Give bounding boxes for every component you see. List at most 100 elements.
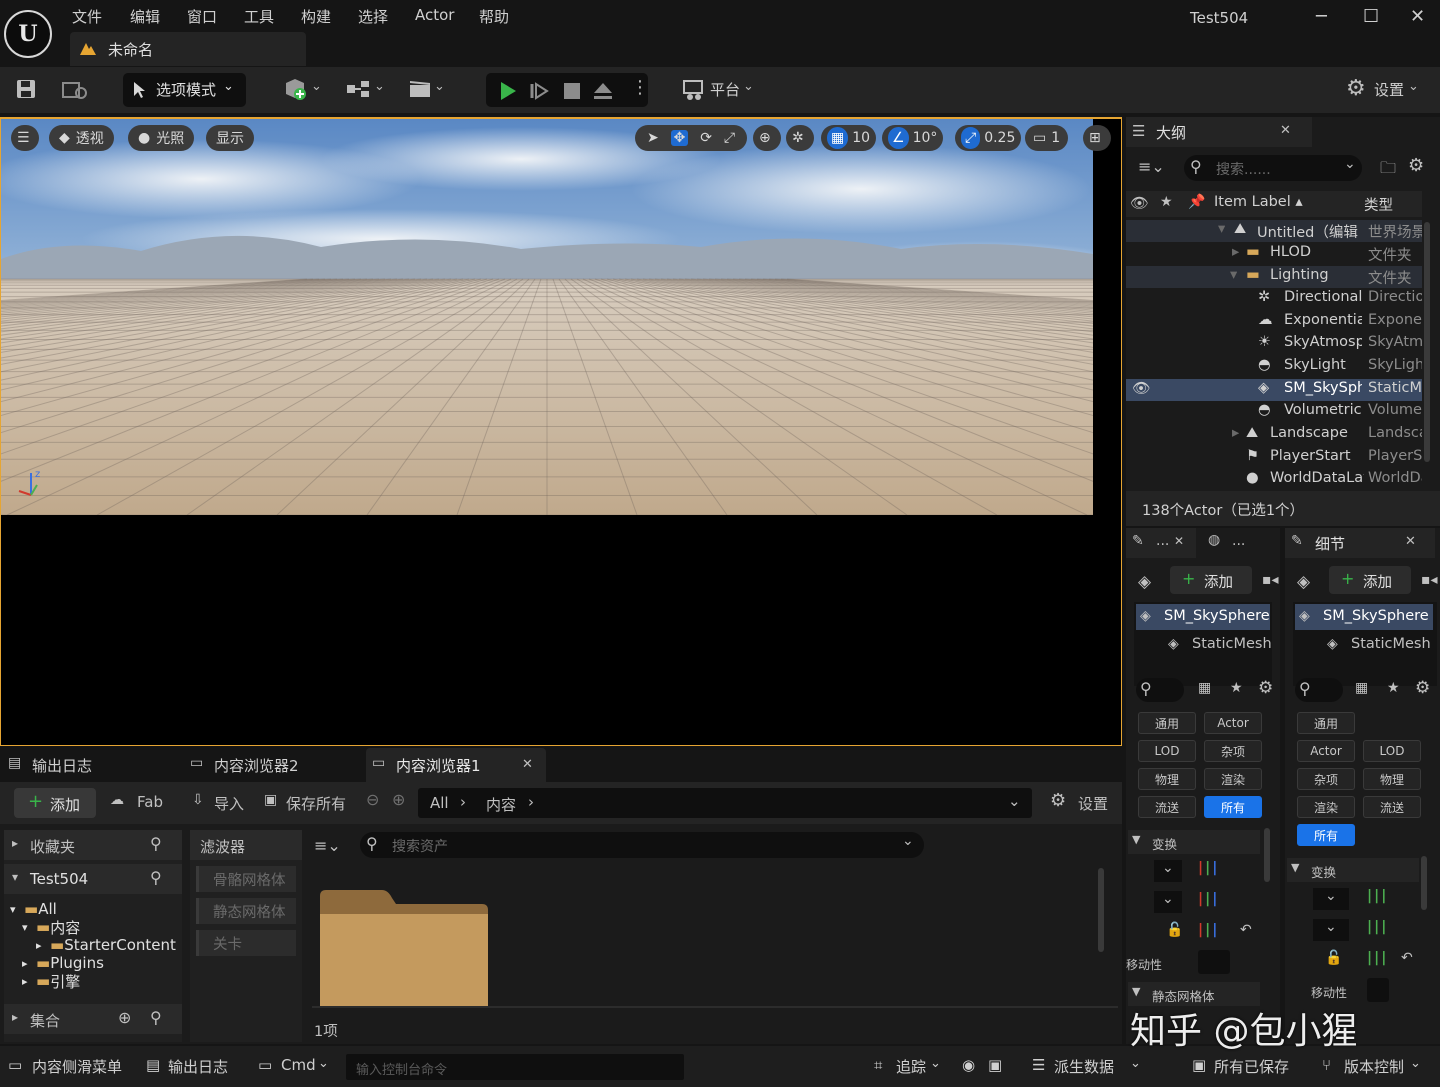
add-collection-icon[interactable]: ⊕: [118, 1008, 131, 1027]
lighting-button[interactable]: ● 光照: [128, 125, 195, 151]
outliner-row-world-data-layers[interactable]: ●WorldDataLayersWorldDataLayers: [1126, 469, 1422, 491]
menu-file[interactable]: 文件: [72, 6, 102, 27]
filter-chip-lod[interactable]: LOD: [1363, 740, 1421, 762]
favorites-header[interactable]: ▸ 收藏夹 ⚲: [4, 830, 182, 860]
outliner-row-landscape[interactable]: ▸⛰LandscapeLandscape: [1126, 424, 1422, 446]
chevron-down-icon[interactable]: ⌄: [318, 1056, 329, 1071]
details-tab-2[interactable]: ◍ ...: [1202, 528, 1278, 558]
item-label-column[interactable]: Item Label ▴: [1214, 194, 1303, 210]
collections-header[interactable]: ▸ 集合 ⊕ ⚲: [4, 1004, 182, 1034]
filter-chip-actor[interactable]: Actor: [1297, 740, 1355, 762]
platform-icon[interactable]: [682, 79, 706, 101]
menu-help[interactable]: 帮助: [479, 6, 509, 27]
lock-icon[interactable]: 🔓: [1325, 950, 1342, 966]
content-drawer-button[interactable]: 内容侧滑菜单: [32, 1056, 122, 1077]
rotation-dropdown[interactable]: ⌄: [1313, 919, 1349, 941]
show-button[interactable]: 显示: [206, 125, 254, 151]
transform-section-header[interactable]: ▼ 变换: [1287, 858, 1419, 882]
location-dropdown[interactable]: ⌄: [1154, 860, 1182, 882]
search-icon[interactable]: ⚲: [150, 868, 162, 887]
select-tool-icon[interactable]: ➤: [647, 130, 659, 146]
search-icon[interactable]: ⚲: [150, 834, 162, 853]
chevron-down-icon[interactable]: ⌄: [1408, 79, 1419, 94]
component-root[interactable]: ◈ SM_SkySphere: [1295, 604, 1433, 630]
menu-actor[interactable]: Actor: [415, 6, 454, 24]
filter-chip-streaming[interactable]: 流送: [1138, 796, 1196, 818]
star-icon[interactable]: ★: [1160, 194, 1173, 210]
filter-chip-misc[interactable]: 杂项: [1204, 740, 1262, 762]
pin-icon[interactable]: 📌: [1188, 194, 1205, 210]
add-component-button[interactable]: + 添加: [1170, 566, 1252, 594]
outliner-row-player-start[interactable]: ⚑PlayerStartPlayerStart: [1126, 447, 1422, 469]
import-button[interactable]: 导入: [214, 793, 244, 814]
visibility-icon[interactable]: 👁: [1130, 194, 1149, 212]
outliner-row-directional-light[interactable]: ✲DirectionalLightDirectionalLight: [1126, 288, 1422, 310]
gear-icon[interactable]: ⚙: [1346, 76, 1366, 101]
filter-chip-streaming[interactable]: 流送: [1363, 796, 1421, 818]
mobility-toggle[interactable]: [1367, 978, 1389, 1002]
outliner-row-fog[interactable]: ☁ExponentialHeightFogExponentialHeightFo…: [1126, 311, 1422, 333]
chevron-down-icon[interactable]: ⌄: [1008, 792, 1021, 810]
close-icon[interactable]: ✕: [1174, 534, 1184, 548]
cmd-dropdown[interactable]: Cmd: [281, 1056, 316, 1074]
asset-search[interactable]: ⚲ 搜索资产 ⌄: [360, 832, 924, 858]
chevron-down-icon[interactable]: ⌄: [1130, 1056, 1141, 1071]
camera-speed-button[interactable]: ▭ 1: [1025, 125, 1069, 151]
add-component-button[interactable]: + 添加: [1329, 566, 1411, 594]
outliner-row-sm-skysphere[interactable]: 👁◈SM_SkySphereStaticMeshActor: [1126, 379, 1422, 401]
all-saved-button[interactable]: 所有已保存: [1214, 1056, 1289, 1077]
menu-tools[interactable]: 工具: [244, 6, 274, 27]
filter-chip-actor[interactable]: Actor: [1204, 712, 1262, 734]
outliner-row-hlod[interactable]: ▸ ▬ HLOD 文件夹: [1126, 243, 1422, 265]
path-bar[interactable]: All › 内容 › ⌄: [418, 788, 1032, 818]
tree-plugins[interactable]: ▸ ▬ Plugins: [10, 954, 176, 972]
viewport-menu-button[interactable]: ☰: [11, 125, 39, 151]
chevron-down-icon[interactable]: ⌄: [743, 79, 754, 94]
outliner-scrollbar[interactable]: [1424, 222, 1430, 462]
filter-chip-physics[interactable]: 物理: [1363, 768, 1421, 790]
path-content[interactable]: 内容: [486, 794, 516, 815]
tree-engine[interactable]: ▸ ▬ 引擎: [10, 972, 176, 991]
output-log-button[interactable]: 输出日志: [168, 1056, 228, 1077]
details-scrollbar[interactable]: [1264, 828, 1270, 882]
details-search[interactable]: ⚲: [1295, 678, 1343, 702]
viewport-scene[interactable]: [1, 119, 1093, 515]
menu-edit[interactable]: 编辑: [130, 6, 160, 27]
details-search[interactable]: ⚲: [1136, 678, 1184, 702]
type-column[interactable]: 类型: [1364, 194, 1393, 215]
filter-chip-general[interactable]: 通用: [1138, 712, 1196, 734]
menu-window[interactable]: 窗口: [187, 6, 217, 27]
filter-icon[interactable]: ≡⌄: [314, 836, 341, 855]
tree-starter-content[interactable]: ▸ ▬ StarterContent: [10, 936, 176, 954]
unreal-logo-icon[interactable]: U: [4, 10, 52, 58]
forward-icon[interactable]: ⊕: [392, 790, 405, 809]
viewport-layout-button[interactable]: ⊞: [1083, 125, 1111, 151]
folder-asset-icon[interactable]: [318, 888, 490, 1008]
level-tab[interactable]: 未命名: [70, 32, 306, 66]
close-icon[interactable]: ✕: [522, 757, 533, 772]
tab-output-log[interactable]: ▤ 输出日志: [0, 748, 178, 782]
visibility-icon[interactable]: 👁: [1132, 380, 1150, 397]
details-tab[interactable]: ✎ 细节 ✕: [1285, 528, 1435, 558]
level-viewport[interactable]: ☰ ◆ 透视 ● 光照 显示 ➤ ✥ ⟳ ⤢ ⊕ ✲ ▦ 10 ∠ 10° ⤢ 0.25 …: [0, 117, 1122, 746]
gear-icon[interactable]: ⚙: [1415, 678, 1430, 698]
menu-build[interactable]: 构建: [301, 6, 331, 27]
scale-snap-button[interactable]: ⤢ 0.25: [955, 125, 1022, 151]
mobility-toggle[interactable]: [1198, 950, 1230, 974]
blueprint-icon[interactable]: ▪◂: [1262, 572, 1279, 588]
eject-icon[interactable]: [593, 81, 613, 101]
chevron-down-icon[interactable]: ⌄: [930, 1056, 941, 1071]
add-button[interactable]: + 添加: [14, 788, 96, 818]
rotate-snap-button[interactable]: ∠ 10°: [882, 125, 944, 151]
outliner-search[interactable]: ⚲ 搜索...... ⌄: [1184, 155, 1362, 181]
world-space-button[interactable]: ⊕: [753, 125, 781, 151]
project-header[interactable]: ▾ Test504 ⚲: [4, 864, 182, 894]
gear-icon[interactable]: ⚙: [1408, 155, 1424, 176]
outliner-row-lighting[interactable]: ▾ ▬ Lighting 文件夹: [1126, 266, 1422, 288]
reset-icon[interactable]: ↶: [1401, 950, 1413, 966]
more-options-icon[interactable]: ⋮: [631, 77, 649, 98]
tab-content-browser-2[interactable]: ▭ 内容浏览器2: [184, 748, 362, 782]
translate-tool-icon[interactable]: ✥: [670, 130, 689, 146]
filter-chip-lod[interactable]: LOD: [1138, 740, 1196, 762]
blueprint-icon[interactable]: [345, 79, 373, 99]
